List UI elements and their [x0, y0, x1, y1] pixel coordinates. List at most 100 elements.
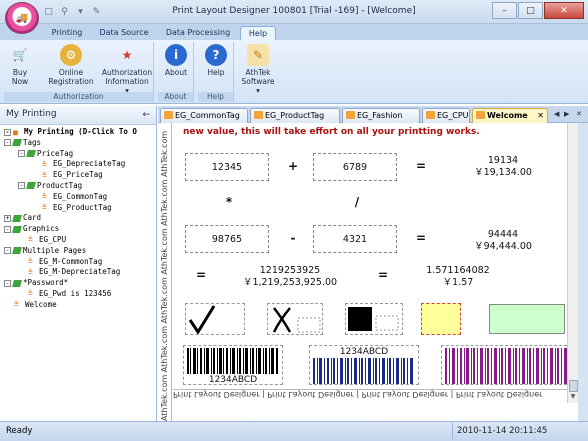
tree-root[interactable]: - ■ My Printing (D-Click To O	[4, 127, 156, 138]
yellow-rectangle-shape[interactable]	[421, 303, 461, 335]
close-button[interactable]: ✕	[544, 2, 584, 19]
green-rectangle-shape[interactable]	[489, 304, 565, 334]
pin-icon[interactable]: ←	[142, 110, 150, 120]
authorization-information-button[interactable]: ★ Authorization Information ▾	[98, 44, 156, 96]
group-help-label: Help	[198, 92, 233, 102]
vertical-scrollbar[interactable]: ▼	[567, 123, 578, 403]
document-icon	[476, 111, 485, 119]
tag-icon: ≚	[28, 267, 33, 277]
athtek-icon: ✎	[247, 44, 269, 66]
design-canvas[interactable]: new value, this will take effort on all …	[173, 123, 567, 389]
panel-header: My Printing ←	[0, 106, 156, 125]
tree-leaf[interactable]: ≚ EG_M-DepreciateTag	[4, 267, 156, 278]
document-icon	[164, 111, 173, 119]
tab-eg-fashion[interactable]: EG_Fashion	[342, 108, 420, 123]
document-icon	[346, 111, 355, 119]
athtek-software-button[interactable]: ✎ AthTek Software ▾	[238, 44, 278, 95]
tree-leaf[interactable]: ≚ EG_CommonTag	[4, 192, 156, 203]
tab-data-source[interactable]: Data Source	[96, 26, 152, 40]
scroll-tabs-left-icon[interactable]: ◀	[554, 110, 559, 118]
athtek-software-label: AthTek Software	[241, 68, 275, 86]
about-button[interactable]: i About	[162, 44, 190, 77]
tree-node[interactable]: - *Password*	[4, 278, 156, 289]
tree-leaf[interactable]: ≚ EG_CPU	[4, 235, 156, 246]
barcode-bars	[445, 348, 567, 384]
minimize-button[interactable]: –	[492, 2, 517, 19]
tree-node[interactable]: + Card	[4, 213, 156, 224]
scroll-tabs-right-icon[interactable]: ▶	[564, 110, 569, 118]
tab-help[interactable]: Help	[240, 26, 276, 40]
tab-data-processing[interactable]: Data Processing	[164, 26, 232, 40]
barcode-1[interactable]: 1234ABCD	[183, 345, 283, 385]
scroll-down-icon[interactable]: ▼	[568, 393, 578, 403]
document-icon	[426, 111, 435, 119]
ribbon-tab-row: Printing Data Source Data Processing Hel…	[0, 24, 588, 40]
project-tree[interactable]: - ■ My Printing (D-Click To O - Tags - Price…	[0, 125, 156, 311]
buy-now-button[interactable]: 🛒 Buy Now	[8, 44, 32, 87]
number-field-c[interactable]: 98765	[185, 225, 269, 253]
tab-welcome[interactable]: Welcome ✕	[472, 108, 548, 123]
title-bar: □ ⚲ ▾ ✎ Print Layout Designer 100801 [Tr…	[0, 0, 588, 24]
folder-icon	[26, 182, 36, 190]
registration-icon: ⚙	[60, 44, 82, 66]
barcode-2-label: 1234ABCD	[339, 347, 389, 357]
tree-node[interactable]: - PriceTag	[4, 149, 156, 160]
number-field-d[interactable]: 4321	[313, 225, 397, 253]
number-field-a[interactable]: 12345	[185, 153, 269, 181]
folder-icon	[12, 279, 22, 287]
scrollbar-thumb[interactable]	[569, 380, 578, 392]
tab-eg-producttag[interactable]: EG_ProductTag	[250, 108, 340, 123]
barcode-2[interactable]: 1234ABCD	[309, 345, 419, 385]
tree-node[interactable]: - Tags	[4, 138, 156, 149]
horizontal-ruler: Print Layout Designer | Print Layout Des…	[173, 389, 567, 403]
group-about: i About About	[158, 42, 194, 102]
help-icon: ?	[205, 44, 227, 66]
tree-leaf[interactable]: ≚ EG_Pwd is 123456	[4, 289, 156, 300]
tag-icon: ≚	[42, 203, 47, 213]
vertical-ruler: AthTek.com AthTek.com AthTek.com AthTek.…	[158, 123, 172, 421]
tag-icon: ≚	[42, 159, 47, 169]
sum-result: 19134	[487, 155, 519, 166]
close-document-icon[interactable]: ✕	[576, 110, 582, 118]
tree-leaf[interactable]: ≚ EG_DepreciateTag	[4, 159, 156, 170]
folder-icon	[12, 225, 22, 233]
checkbox-crossed-shape[interactable]	[267, 303, 323, 335]
tree-leaf[interactable]: ≚ EG_M-CommonTag	[4, 257, 156, 268]
help-button[interactable]: ? Help	[202, 44, 230, 77]
tag-icon: ≚	[28, 289, 33, 299]
folder-icon	[12, 214, 22, 222]
difference-currency: ￥94,444.00	[474, 241, 532, 252]
horizontal-ruler-text: Print Layout Designer | Print Layout Des…	[173, 390, 543, 399]
folder-icon	[12, 139, 22, 147]
barcode-3[interactable]	[441, 345, 567, 385]
online-registration-button[interactable]: ⚙ Online Registration	[42, 44, 100, 86]
barcode-bars	[313, 358, 413, 384]
number-field-b[interactable]: 6789	[313, 153, 397, 181]
tab-eg-commontag[interactable]: EG_CommonTag	[160, 108, 248, 123]
filled-square-shape[interactable]	[345, 303, 403, 335]
tab-printing[interactable]: Printing	[48, 26, 86, 40]
app-logo-icon[interactable]: 🚚	[5, 2, 39, 34]
tree-leaf[interactable]: ≚ Welcome	[4, 300, 156, 311]
chevron-down-icon: ▾	[256, 86, 260, 95]
tab-eg-cpu[interactable]: EG_CPU	[422, 108, 470, 123]
equals-operator: =	[415, 159, 427, 173]
group-authorization-label: Authorization	[4, 92, 153, 102]
sum-currency: ￥19,134.00	[474, 167, 532, 178]
divide-operator: /	[354, 195, 360, 209]
tree-node[interactable]: - Graphics	[4, 224, 156, 235]
equals-operator: =	[415, 231, 427, 245]
tree-leaf[interactable]: ≚ EG_PriceTag	[4, 170, 156, 181]
product-result: 1219253925	[259, 265, 321, 276]
maximize-button[interactable]: □	[518, 2, 543, 19]
tree-node[interactable]: - ProductTag	[4, 181, 156, 192]
tree-leaf[interactable]: ≚ EG_ProductTag	[4, 203, 156, 214]
canvas-note: new value, this will take effort on all …	[183, 127, 480, 137]
cart-icon: 🛒	[12, 47, 28, 62]
checkbox-checked-shape[interactable]	[185, 303, 245, 335]
tree-node[interactable]: - Multiple Pages	[4, 246, 156, 257]
buy-now-label: Buy Now	[11, 68, 29, 86]
close-tab-icon[interactable]: ✕	[537, 111, 544, 120]
multiply-operator: *	[225, 195, 233, 209]
equals-operator: =	[195, 268, 207, 282]
